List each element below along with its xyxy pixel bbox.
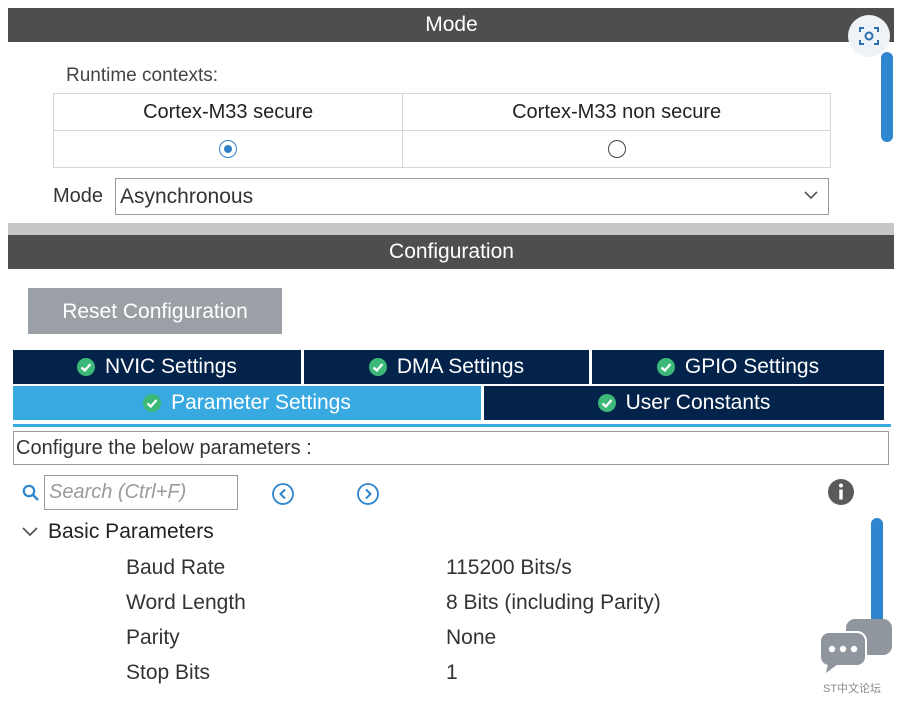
mode-header: Mode: [8, 8, 894, 42]
tab-nvic-settings[interactable]: NVIC Settings: [13, 350, 301, 384]
table-row[interactable]: Baud Rate 115200 Bits/s: [8, 556, 868, 591]
table-row[interactable]: Parity None: [8, 626, 868, 661]
chat-icon: [819, 619, 892, 673]
mode-label: Mode: [53, 185, 104, 207]
context-secure-label: Cortex-M33 secure: [52, 93, 404, 131]
basic-parameters-group[interactable]: Basic Parameters: [22, 520, 214, 544]
chevron-down-icon: [804, 191, 818, 200]
search-icon[interactable]: [22, 484, 40, 502]
table-row[interactable]: Word Length 8 Bits (including Parity): [8, 591, 868, 626]
tab-gpio-settings[interactable]: GPIO Settings: [592, 350, 884, 384]
mode-select-value: Asynchronous: [120, 185, 254, 208]
check-circle-icon: [368, 358, 387, 376]
runtime-contexts-label: Runtime contexts:: [66, 65, 219, 86]
check-circle-icon: [143, 394, 162, 412]
context-secure-radio[interactable]: [219, 140, 238, 159]
context-nonsecure-label: Cortex-M33 non secure: [402, 93, 831, 131]
configuration-header: Configuration: [8, 235, 894, 269]
param-name: Parity: [126, 626, 180, 649]
check-circle-icon: [656, 358, 675, 376]
watermark-text: ST中文论坛: [823, 683, 882, 695]
prev-circle-icon[interactable]: [272, 483, 294, 505]
peripheral-config-panel: Mode Runtime contexts: Cortex-M33 secure…: [8, 8, 894, 698]
param-name: Baud Rate: [126, 556, 226, 579]
tab-user-constants[interactable]: User Constants: [484, 386, 884, 420]
search-bar: Search (Ctrl+F): [22, 474, 238, 511]
collapse-chevron-icon[interactable]: [22, 526, 38, 538]
tab-nvic-label: NVIC Settings: [105, 355, 237, 378]
param-value[interactable]: 115200 Bits/s: [446, 556, 572, 580]
mode-scrollbar-thumb[interactable]: [881, 52, 893, 142]
check-circle-icon: [77, 358, 96, 376]
context-nonsecure-radio[interactable]: [607, 140, 626, 159]
mode-select[interactable]: Asynchronous: [115, 178, 829, 215]
section-divider[interactable]: [8, 223, 894, 235]
next-circle-icon[interactable]: [357, 483, 379, 505]
mode-scrollbar[interactable]: [880, 48, 894, 224]
tab-underline: [13, 424, 891, 427]
info-icon[interactable]: [827, 478, 855, 506]
param-value[interactable]: 8 Bits (including Parity): [446, 591, 661, 615]
parameters-scrollbar-thumb[interactable]: [871, 518, 883, 626]
basic-parameters-title: Basic Parameters: [48, 520, 214, 543]
tab-parameter-settings[interactable]: Parameter Settings: [13, 386, 481, 420]
tab-parameter-label: Parameter Settings: [171, 391, 351, 414]
param-name: Stop Bits: [126, 661, 211, 684]
param-value[interactable]: None: [446, 626, 496, 650]
context-secure-cell: [52, 130, 404, 168]
tab-dma-settings[interactable]: DMA Settings: [304, 350, 589, 384]
context-nonsecure-cell: [402, 130, 831, 168]
tab-dma-label: DMA Settings: [396, 355, 525, 378]
tab-user-constants-label: User Constants: [625, 391, 771, 414]
runtime-contexts-table: Cortex-M33 secure Cortex-M33 non secure: [52, 93, 831, 168]
search-input[interactable]: Search (Ctrl+F): [44, 475, 238, 510]
reset-configuration-button[interactable]: Reset Configuration: [28, 288, 282, 334]
parameters-description: Configure the below parameters :: [13, 431, 889, 465]
scan-icon: [859, 27, 879, 45]
scan-button[interactable]: [848, 15, 890, 57]
tab-gpio-label: GPIO Settings: [684, 355, 820, 378]
param-value[interactable]: 1: [446, 661, 458, 685]
param-name: Word Length: [126, 591, 246, 614]
check-circle-icon: [597, 394, 616, 412]
table-row[interactable]: Stop Bits 1: [8, 661, 868, 696]
